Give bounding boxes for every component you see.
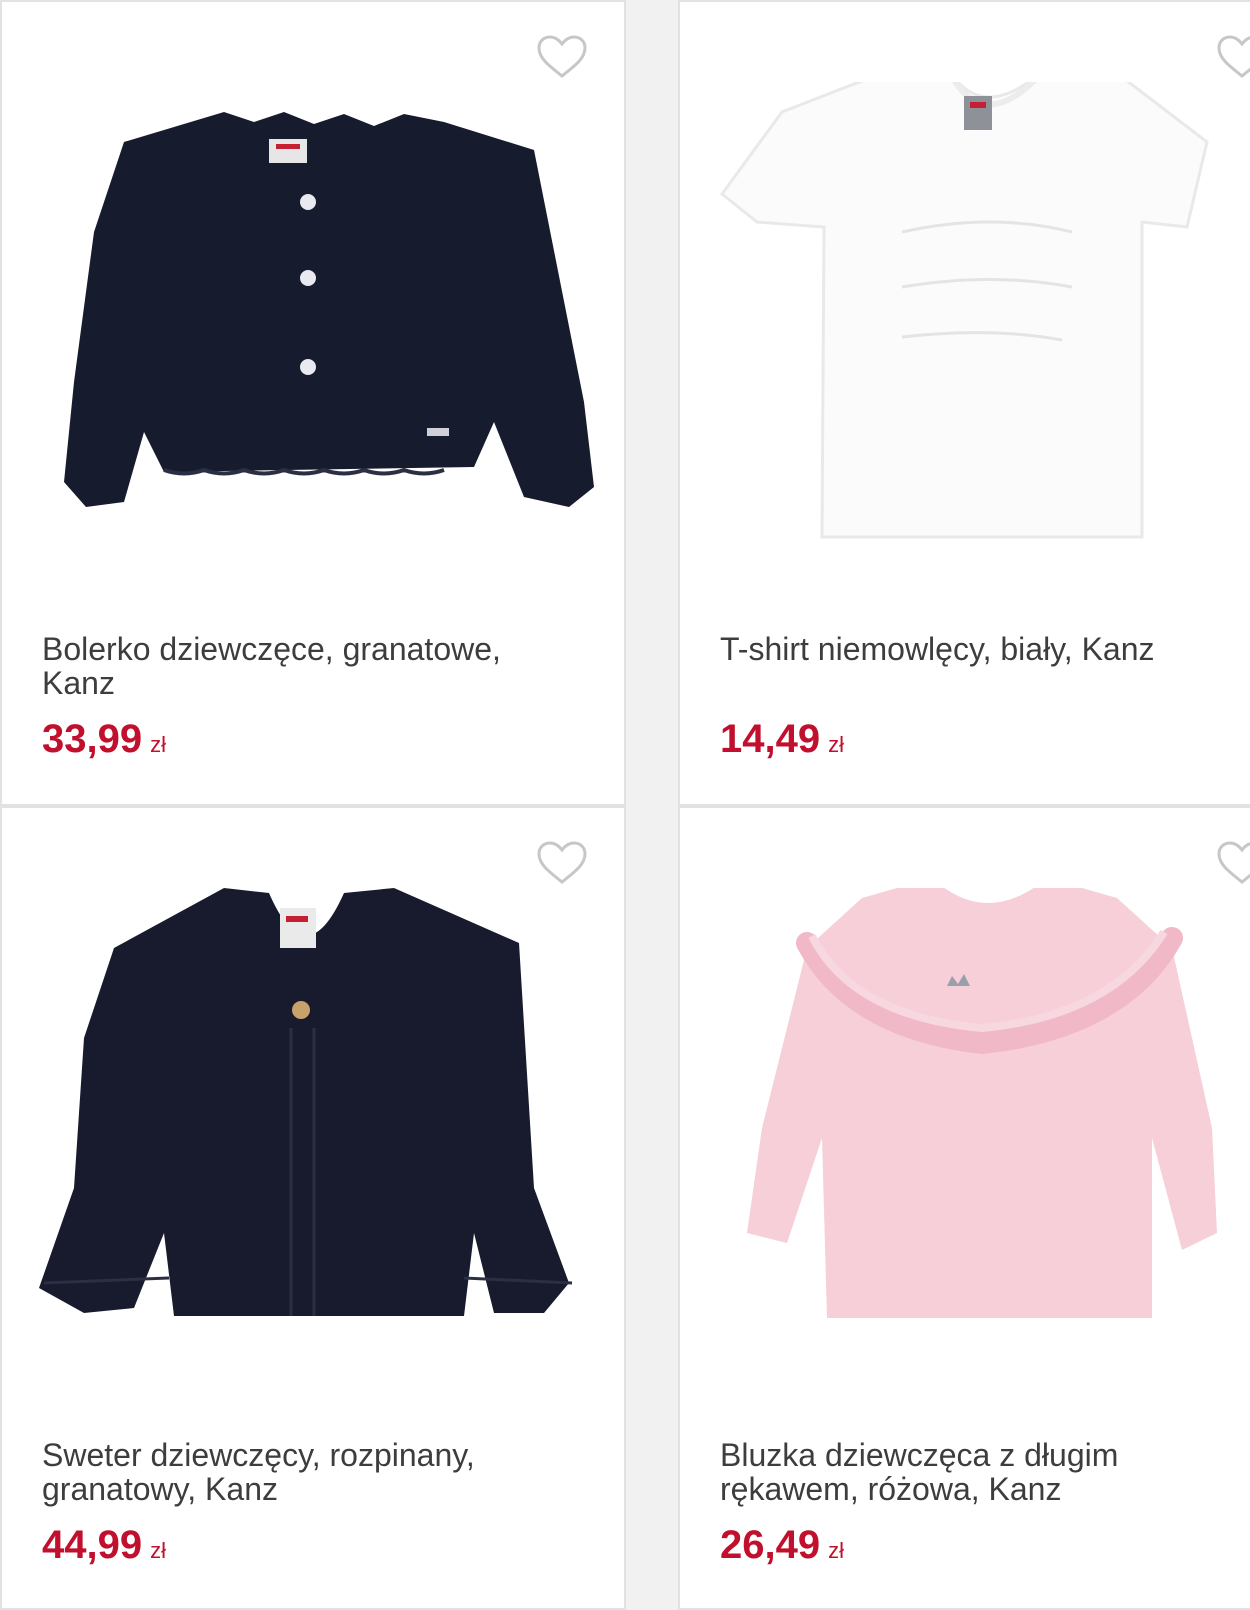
product-price: 33,99 zł [42,717,166,767]
heart-outline-icon[interactable] [536,840,588,886]
product-title[interactable]: Sweter dziewczęcy, rozpinany, granatowy,… [42,1438,582,1506]
product-price: 44,99 zł [42,1523,166,1573]
product-image[interactable] [702,888,1250,1408]
price-value: 33,99 [42,717,143,761]
product-image[interactable] [24,82,624,602]
product-title[interactable]: T-shirt niemowlęcy, biały, Kanz [720,632,1240,666]
price-value: 14,49 [720,717,821,761]
heart-outline-icon[interactable] [536,34,588,80]
product-title[interactable]: Bolerko dziewczęce, granatowe, Kanz [42,632,582,700]
product-price: 26,49 zł [720,1523,844,1573]
heart-outline-icon[interactable] [1216,34,1250,80]
product-card[interactable]: Bluzka dziewczęca z długim rękawem, różo… [678,806,1250,1610]
price-value: 26,49 [720,1523,821,1567]
price-currency: zł [828,1538,844,1563]
price-currency: zł [150,1538,166,1563]
product-price: 14,49 zł [720,717,844,767]
product-image[interactable] [24,888,624,1408]
heart-outline-icon[interactable] [1216,840,1250,886]
product-card[interactable]: Bolerko dziewczęce, granatowe, Kanz 33,9… [0,0,626,806]
price-currency: zł [150,732,166,757]
product-card[interactable]: T-shirt niemowlęcy, biały, Kanz 14,49 zł [678,0,1250,806]
price-currency: zł [828,732,844,757]
price-value: 44,99 [42,1523,143,1567]
product-image[interactable] [702,82,1250,602]
product-card[interactable]: Sweter dziewczęcy, rozpinany, granatowy,… [0,806,626,1610]
product-title[interactable]: Bluzka dziewczęca z długim rękawem, różo… [720,1438,1240,1506]
